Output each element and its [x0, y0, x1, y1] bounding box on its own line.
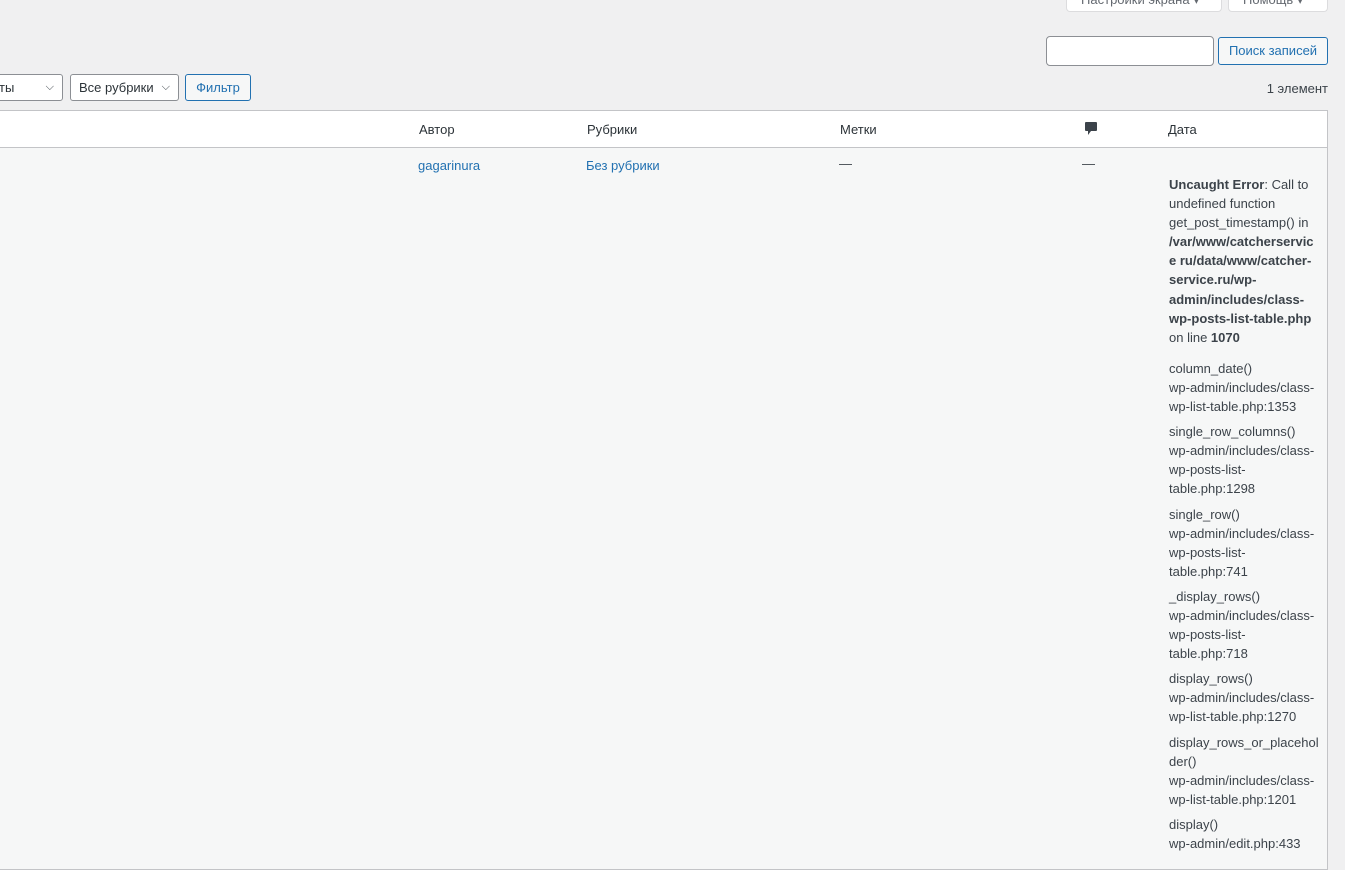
- post-comments: —: [1082, 156, 1095, 171]
- trace-item: _display_rows() wp-admin/includes/class-w…: [1169, 587, 1319, 663]
- error-file: /var/www/catcherservice ru/data/www/catc…: [1169, 234, 1314, 326]
- trace-loc: wp-admin/includes/class-wp-posts-list-ta…: [1169, 607, 1315, 662]
- trace-item: display_rows_or_placeholder() wp-admin/in…: [1169, 733, 1319, 809]
- trace-fn: single_row(): [1169, 506, 1240, 522]
- categories-select[interactable]: Все рубрики ⌵: [70, 74, 179, 101]
- trace-fn: column_date(): [1169, 360, 1253, 376]
- column-categories: Рубрики: [587, 122, 638, 137]
- dates-select[interactable]: ты ⌵: [0, 74, 63, 101]
- categories-select-value: Все рубрики: [79, 80, 154, 95]
- trace-loc: wp-admin/includes/class-wp-posts-list-ta…: [1169, 525, 1315, 579]
- column-date-sort-link[interactable]: Дата: [1168, 122, 1197, 137]
- trace-fn: _display_rows(): [1169, 588, 1261, 604]
- trace-loc: wp-admin/includes/class-wp-list-table.ph…: [1169, 690, 1315, 725]
- post-category-link[interactable]: Без рубрики: [586, 158, 660, 173]
- comment-icon[interactable]: [1084, 121, 1098, 140]
- trace-fn: display(): [1169, 816, 1219, 832]
- table-header: Автор Рубрики Метки Дата: [0, 111, 1327, 148]
- screen-options-button[interactable]: Настройки экрана ▾: [1066, 0, 1222, 12]
- error-line: 1070: [1210, 329, 1240, 345]
- search-posts-button[interactable]: Поиск записей: [1218, 37, 1328, 65]
- search-input[interactable]: [1046, 36, 1214, 66]
- trace-fn: display_rows(): [1169, 671, 1253, 687]
- column-tags: Метки: [840, 122, 877, 137]
- trace-item: display() wp-admin/edit.php:433: [1169, 815, 1319, 853]
- dates-select-value: ты: [0, 80, 15, 95]
- trace-loc: wp-admin/includes/class-wp-list-table.ph…: [1169, 379, 1315, 415]
- column-author: Автор: [419, 122, 455, 137]
- post-tags: —: [839, 156, 852, 171]
- stack-trace: column_date() wp-admin/includes/class-wp-…: [1169, 359, 1319, 853]
- trace-item: display_rows() wp-admin/includes/class-wp…: [1169, 669, 1319, 726]
- trace-item: column_date() wp-admin/includes/class-wp-…: [1169, 359, 1319, 416]
- help-button[interactable]: Помощь ▾: [1228, 0, 1328, 12]
- error-label: Uncaught Error: [1169, 177, 1265, 192]
- filter-button[interactable]: Фильтр: [185, 74, 251, 101]
- trace-item: single_row() wp-admin/includes/class-wp-p…: [1169, 505, 1319, 581]
- error-on-line: on line: [1169, 329, 1211, 345]
- chevron-down-icon: ⌵: [161, 81, 170, 93]
- trace-fn: display_rows_or_placeholder(): [1169, 734, 1319, 769]
- trace-loc: wp-admin/edit.php:433: [1169, 836, 1301, 851]
- trace-item: single_row_columns() wp-admin/includes/cl…: [1169, 422, 1319, 498]
- items-count: 1 элемент: [1266, 81, 1328, 96]
- trace-loc: wp-admin/includes/class-wp-posts-list-ta…: [1169, 443, 1315, 497]
- posts-table: Автор Рубрики Метки Дата: [0, 110, 1328, 870]
- post-author-link[interactable]: gagarinura: [418, 158, 480, 173]
- trace-loc: wp-admin/includes/class-wp-list-table.ph…: [1169, 772, 1315, 807]
- trace-fn: single_row_columns(): [1169, 424, 1296, 440]
- php-error-message: Uncaught Error: Call to undefined functi…: [1169, 175, 1319, 859]
- chevron-down-icon: ⌵: [45, 81, 54, 93]
